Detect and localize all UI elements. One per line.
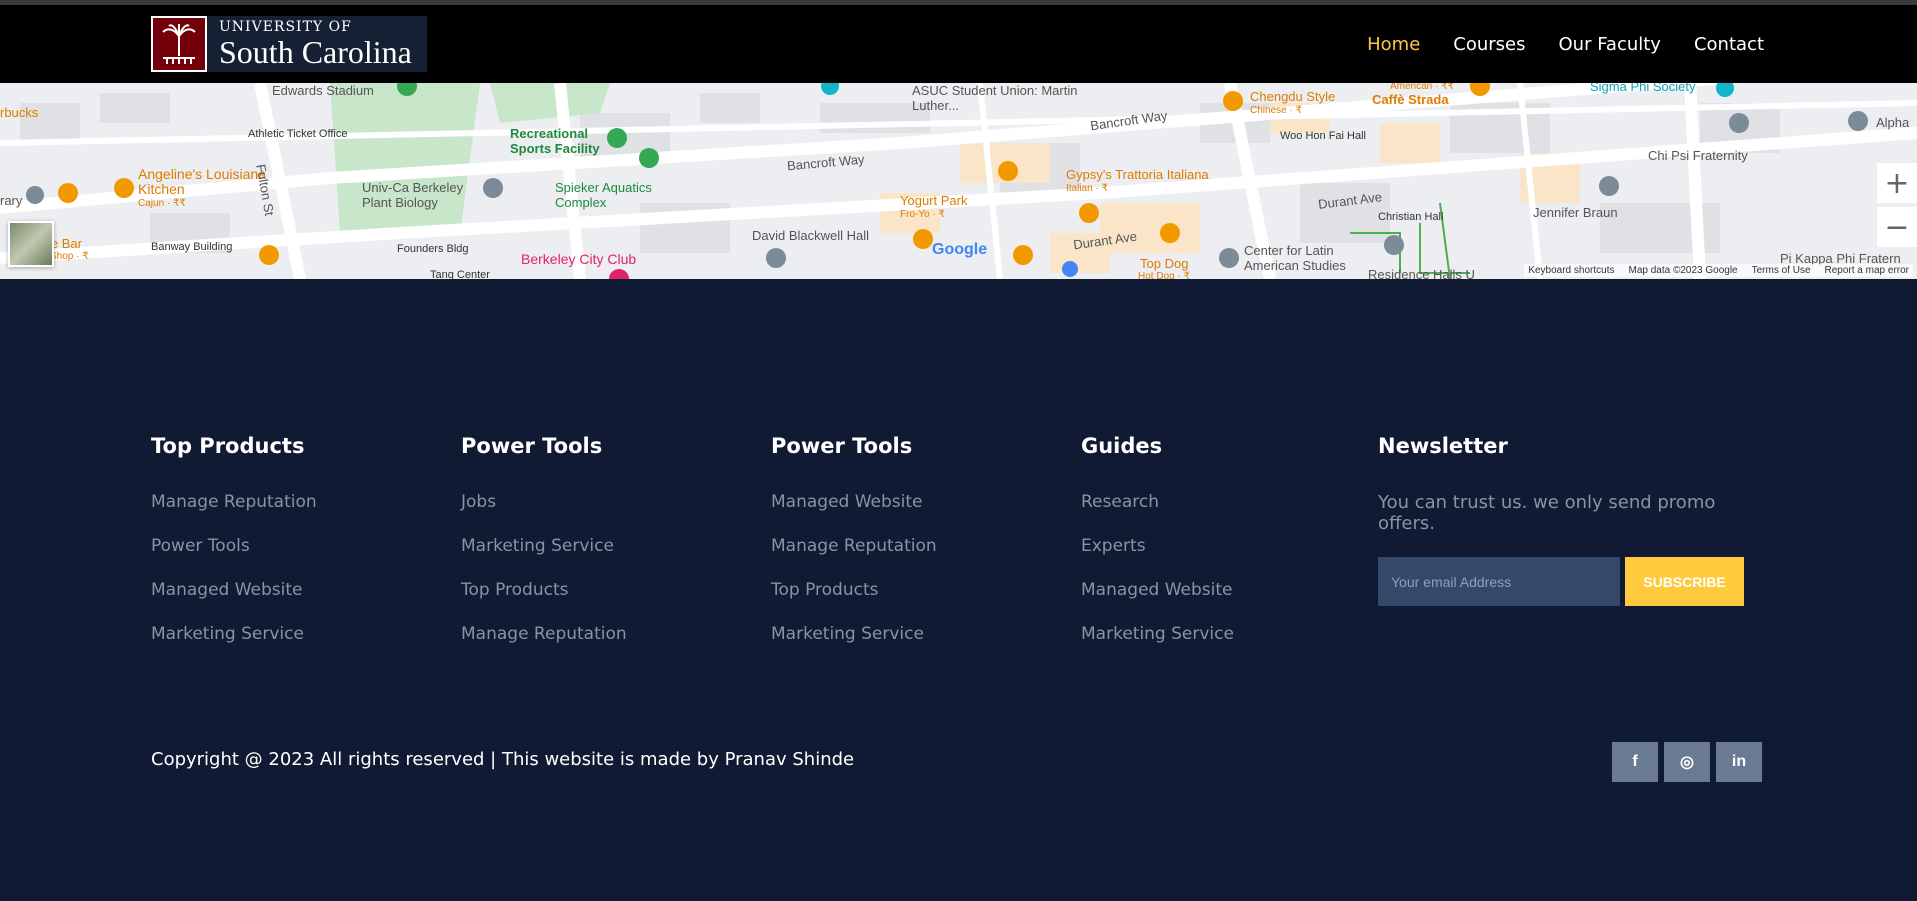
- map-label-residence-halls: Residence Halls U: [1368, 267, 1475, 279]
- logo-top-line: UNIVERSITY OF: [219, 19, 352, 35]
- map-attribution: Keyboard shortcuts Map data ©2023 Google…: [1524, 264, 1913, 277]
- linkedin-icon[interactable]: in: [1716, 742, 1762, 782]
- map-label-le-bar-sub: Shop · ₹: [50, 251, 89, 262]
- footer-link[interactable]: Top Products: [461, 580, 627, 600]
- map-label-berkeley-city-club: Berkeley City Club: [521, 251, 637, 267]
- main-nav: Home Courses Our Faculty Contact: [1367, 5, 1764, 83]
- footer-column-power-tools-2: Power Tools Managed Website Manage Reput…: [771, 434, 937, 668]
- footer-link[interactable]: Managed Website: [151, 580, 317, 600]
- report-map-error-link[interactable]: Report a map error: [1825, 265, 1909, 276]
- newsletter-section: Newsletter You can trust us. we only sen…: [1378, 434, 1778, 606]
- map-label-american: American · ₹₹: [1390, 83, 1454, 92]
- footer-link[interactable]: Power Tools: [151, 536, 317, 556]
- keyboard-shortcuts-link[interactable]: Keyboard shortcuts: [1528, 265, 1614, 276]
- map-label-angelines: Angeline's Louisiana Kitchen: [138, 166, 266, 197]
- copyright-text: Copyright @ 2023 All rights reserved | T…: [151, 749, 855, 770]
- site-header: UNIVERSITY OF South Carolina Home Course…: [0, 5, 1917, 83]
- facebook-icon[interactable]: f: [1612, 742, 1658, 782]
- map-label-top-dog: Top Dog: [1140, 256, 1189, 271]
- newsletter-text: You can trust us. we only send promo off…: [1378, 492, 1716, 534]
- footer-link[interactable]: Marketing Service: [771, 624, 937, 644]
- map-label-chengdu-sub: Chinese · ₹: [1250, 105, 1302, 116]
- map-label-library: rary: [0, 193, 23, 208]
- nav-courses[interactable]: Courses: [1453, 34, 1525, 55]
- map-label-sigma-phi: Sigma Phi Society: [1590, 83, 1696, 94]
- map-label-recreational: Recreational Sports Facility: [510, 126, 600, 156]
- footer-link[interactable]: Managed Website: [1081, 580, 1234, 600]
- logo-main-line: South Carolina: [219, 34, 412, 70]
- footer-column-top-products: Top Products Manage Reputation Power Too…: [151, 434, 317, 668]
- social-links: f ◎ in: [1612, 742, 1762, 782]
- map-label-center-latin: Center for Latin American Studies: [1244, 243, 1346, 273]
- map-label-bucks: rbucks: [0, 105, 39, 120]
- university-logo[interactable]: UNIVERSITY OF South Carolina: [151, 16, 427, 72]
- footer-link[interactable]: Jobs: [461, 492, 627, 512]
- terms-of-use-link[interactable]: Terms of Use: [1752, 265, 1811, 276]
- footer-column-title: Power Tools: [461, 434, 603, 458]
- footer-column-title: Guides: [1081, 434, 1163, 458]
- logo-text: UNIVERSITY OF South Carolina: [219, 19, 412, 69]
- footer-link[interactable]: Manage Reputation: [461, 624, 627, 644]
- map-label-caffe-strada: Caffè Strada: [1372, 92, 1449, 107]
- map-label-banway: Banway Building: [151, 241, 233, 253]
- footer-link[interactable]: Top Products: [771, 580, 937, 600]
- map-label-angelines-sub: Cajun · ₹₹: [138, 198, 186, 209]
- zoom-in-button[interactable]: +: [1877, 163, 1917, 203]
- map-label-yogurt-sub: Fro-Yo · ₹: [900, 209, 945, 220]
- footer-link[interactable]: Marketing Service: [1081, 624, 1234, 644]
- email-input[interactable]: [1378, 557, 1620, 606]
- subscribe-button[interactable]: SUBSCRIBE: [1625, 557, 1744, 606]
- nav-home[interactable]: Home: [1367, 34, 1420, 55]
- footer-link[interactable]: Experts: [1081, 536, 1234, 556]
- map-label-founders: Founders Bldg: [397, 243, 469, 255]
- palmetto-icon: [151, 16, 207, 72]
- footer-link[interactable]: Marketing Service: [461, 536, 627, 556]
- map-label-christian-hall: Christian Hall: [1378, 211, 1444, 223]
- map-label-edwards-stadium: Edwards Stadium: [272, 83, 374, 98]
- map-label-top-dog-sub: Hot Dog · ₹: [1138, 271, 1190, 279]
- map-data-text: Map data ©2023 Google: [1628, 265, 1738, 276]
- map-label-woo-hon-fai: Woo Hon Fai Hall: [1280, 130, 1366, 142]
- map-label-chi-psi: Chi Psi Fraternity: [1648, 148, 1748, 163]
- map-label-gypsys: Gypsy's Trattoria Italiana: [1066, 167, 1209, 182]
- footer-column-title: Power Tools: [771, 434, 913, 458]
- embedded-map[interactable]: Edwards Stadium Athletic Ticket Office R…: [0, 83, 1917, 279]
- footer-link[interactable]: Marketing Service: [151, 624, 317, 644]
- map-label-alpha: Alpha: [1876, 115, 1910, 130]
- map-label-chengdu: Chengdu Style: [1250, 89, 1336, 104]
- footer-link[interactable]: Manage Reputation: [771, 536, 937, 556]
- newsletter-title: Newsletter: [1378, 434, 1508, 458]
- street-view-thumbnail[interactable]: [8, 221, 54, 267]
- map-label-athletic-ticket: Athletic Ticket Office: [248, 128, 348, 140]
- footer-link[interactable]: Manage Reputation: [151, 492, 317, 512]
- map-label-david-blackwell: David Blackwell Hall: [752, 228, 870, 243]
- nav-our-faculty[interactable]: Our Faculty: [1559, 34, 1661, 55]
- nav-contact[interactable]: Contact: [1694, 34, 1764, 55]
- map-label-jennifer-braun: Jennifer Braun: [1533, 205, 1618, 220]
- map-label-tang-center: Tang Center: [430, 269, 490, 279]
- newsletter-form: SUBSCRIBE: [1378, 557, 1778, 606]
- footer-link[interactable]: Research: [1081, 492, 1234, 512]
- site-footer: Top Products Manage Reputation Power Too…: [0, 279, 1917, 901]
- instagram-icon[interactable]: ◎: [1664, 742, 1710, 782]
- map-label-yogurt-park: Yogurt Park: [900, 193, 968, 208]
- map-label-gypsys-sub: Italian · ₹: [1066, 183, 1108, 194]
- footer-column-guides: Guides Research Experts Managed Website …: [1081, 434, 1234, 668]
- map-label-asuc: ASUC Student Union: Martin Luther...: [912, 83, 1078, 113]
- footer-column-power-tools-1: Power Tools Jobs Marketing Service Top P…: [461, 434, 627, 668]
- footer-link[interactable]: Managed Website: [771, 492, 937, 512]
- map-label-spieker: Spieker Aquatics Complex: [555, 180, 652, 210]
- footer-column-title: Top Products: [151, 434, 305, 458]
- map-label-univ-ca: Univ-Ca Berkeley Plant Biology: [362, 180, 464, 210]
- google-logo: Google: [932, 241, 988, 258]
- zoom-out-button[interactable]: −: [1877, 207, 1917, 247]
